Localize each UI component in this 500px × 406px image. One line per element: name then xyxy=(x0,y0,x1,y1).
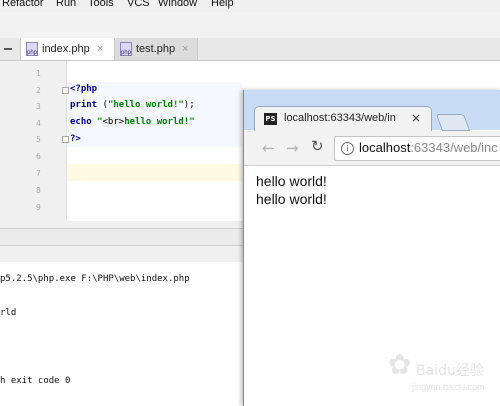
menu-vcs[interactable]: VCS xyxy=(127,0,150,9)
info-icon[interactable]: i xyxy=(341,142,354,155)
tab-test-php[interactable]: php test.php × xyxy=(115,38,198,60)
current-line-highlight xyxy=(67,164,242,181)
watermark-text: Baidu经验 xyxy=(416,363,484,379)
close-icon[interactable]: × xyxy=(182,38,188,60)
url-text: localhost:63343/web/inc xyxy=(359,140,498,155)
toolbar xyxy=(0,12,500,39)
line-number: 7 xyxy=(36,169,41,178)
collapse-icon[interactable] xyxy=(4,48,12,50)
reload-icon[interactable]: ↻ xyxy=(311,137,324,155)
fold-marker-icon[interactable] xyxy=(62,136,69,143)
browser-tab[interactable]: PS localhost:63343/web/in × xyxy=(254,106,432,133)
php-file-icon: php xyxy=(120,42,132,56)
console-line: h exit code 0 xyxy=(0,376,71,386)
tab-label: test.php xyxy=(136,43,176,55)
close-icon[interactable]: × xyxy=(411,111,421,125)
code-line-4: echo "<br>hello world!" xyxy=(70,117,195,127)
url-path: :63343/web/inc xyxy=(410,140,498,155)
run-panel-header xyxy=(0,228,243,246)
editor-tab-bar: php index.php × php test.php × xyxy=(0,38,500,61)
address-bar[interactable]: i localhost:63343/web/inc xyxy=(334,136,500,161)
menu-run[interactable]: Run xyxy=(56,0,76,9)
line-number: 3 xyxy=(36,102,41,111)
line-number: 9 xyxy=(36,203,41,212)
browser-tab-title: localhost:63343/web/in xyxy=(284,112,396,124)
new-tab-button[interactable] xyxy=(435,114,471,131)
menu-bar: Refactor Run Tools VCS Window Help xyxy=(0,0,500,12)
watermark: ✿ Baidu经验 jingyan.baidu.com xyxy=(382,346,492,402)
menu-help[interactable]: Help xyxy=(211,0,234,9)
browser-toolbar: ← → ↻ i localhost:63343/web/inc xyxy=(244,131,500,166)
menu-tools[interactable]: Tools xyxy=(88,0,114,9)
paw-icon: ✿ xyxy=(388,348,412,381)
fold-marker-icon[interactable] xyxy=(62,87,69,94)
tab-label: index.php xyxy=(42,43,90,55)
console-line: p5.2.5\php.exe F:\PHP\web\index.php xyxy=(0,274,190,284)
line-number: 1 xyxy=(36,69,41,78)
line-number: 8 xyxy=(36,186,41,195)
run-console: p5.2.5\php.exe F:\PHP\web\index.php rld … xyxy=(0,262,243,406)
code-line-2: <?php xyxy=(70,84,98,94)
tab-index-php[interactable]: php index.php × xyxy=(20,38,115,60)
php-file-icon: php xyxy=(26,42,38,56)
back-icon[interactable]: ← xyxy=(262,139,275,157)
line-number: 2 xyxy=(36,86,41,95)
line-number: 4 xyxy=(36,119,41,128)
console-line: rld xyxy=(0,308,17,318)
line-number: 5 xyxy=(36,135,41,144)
code-line-3: print ("hello world!"); xyxy=(70,100,195,110)
close-icon[interactable]: × xyxy=(97,38,103,60)
menu-refactor[interactable]: Refactor xyxy=(2,0,44,9)
line-number: 6 xyxy=(36,152,41,161)
code-line-5: ?> xyxy=(70,134,81,144)
watermark-sub: jingyan.baidu.com xyxy=(412,382,485,392)
line-gutter xyxy=(0,61,67,221)
output-line: hello world! xyxy=(256,173,327,189)
url-host: localhost xyxy=(359,140,411,155)
menu-window[interactable]: Window xyxy=(158,0,197,9)
forward-icon[interactable]: → xyxy=(286,139,299,157)
phpstorm-icon: PS xyxy=(264,113,277,125)
output-line: hello world! xyxy=(256,191,327,207)
